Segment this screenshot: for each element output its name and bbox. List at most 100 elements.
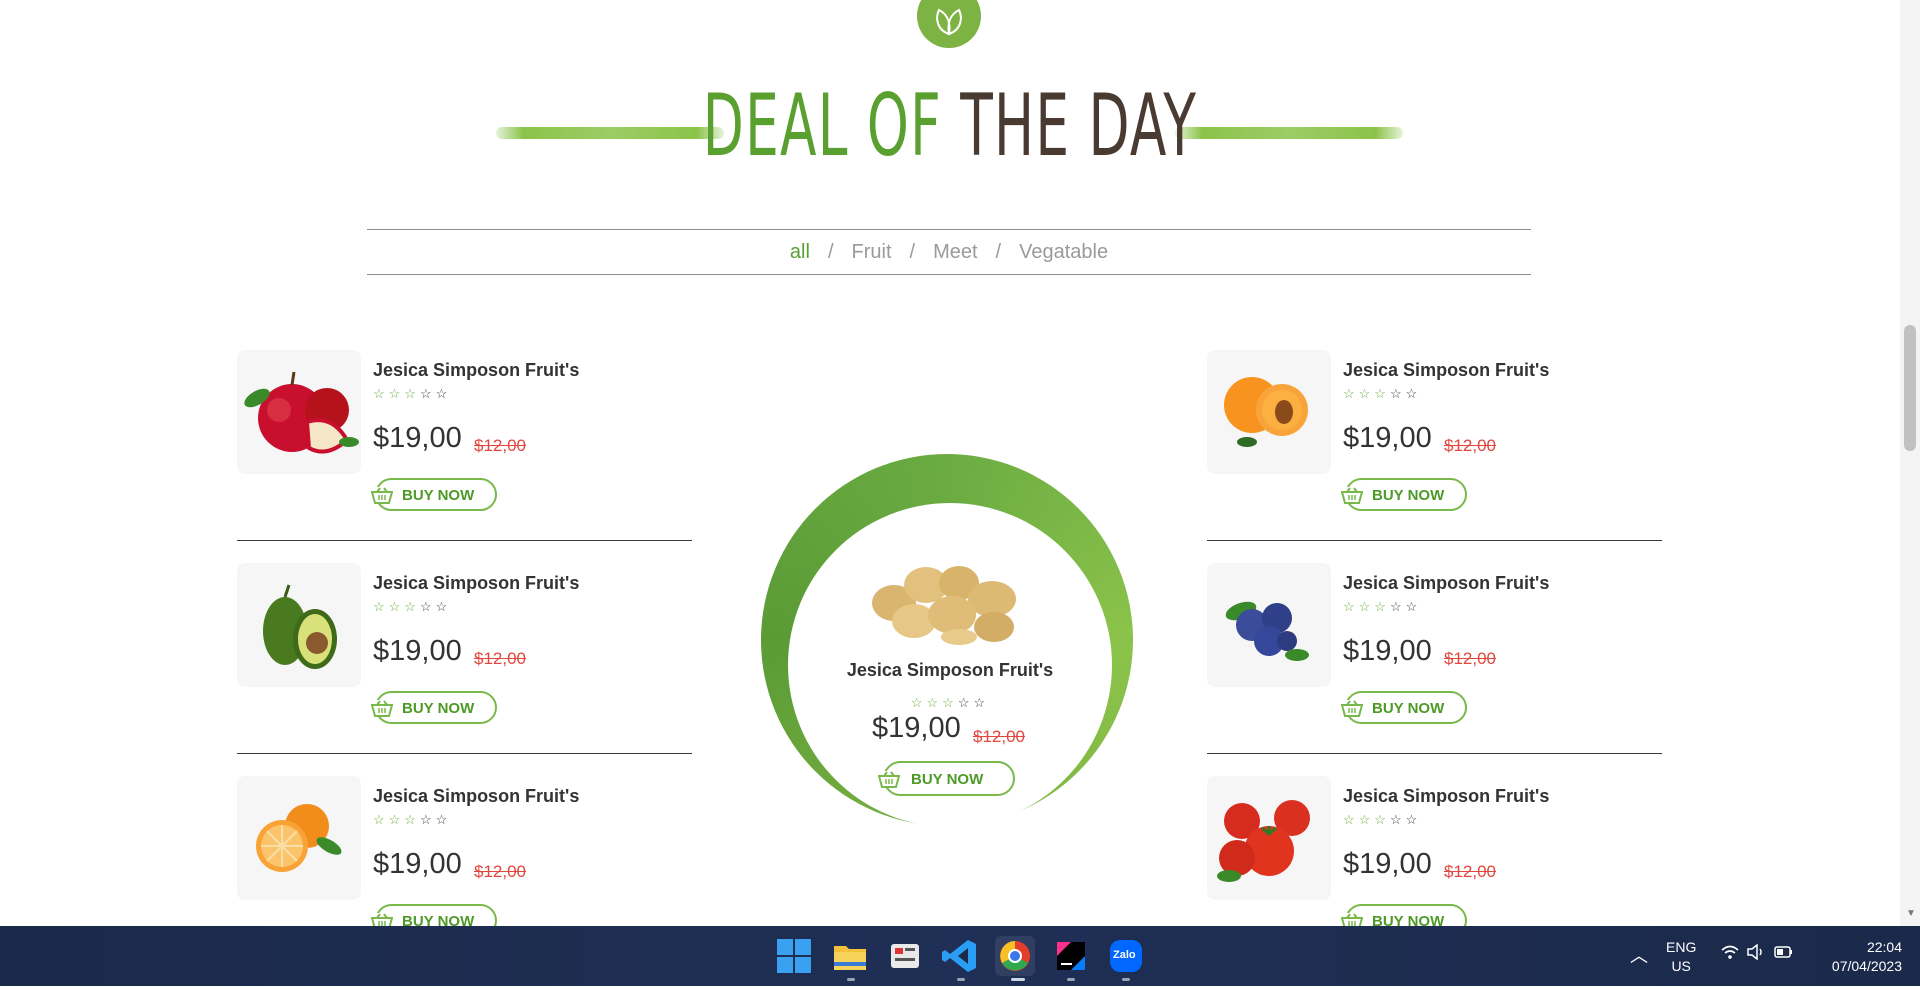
product-card: Jesica Simposon Fruit's ☆☆☆☆☆ $19,00 $12… — [1207, 350, 1662, 563]
product-price: $19,00 — [1343, 848, 1432, 880]
product-price: $19,00 — [1343, 635, 1432, 667]
running-indicator — [1067, 978, 1075, 981]
buy-now-button[interactable]: BUY NOW — [370, 478, 497, 511]
product-old-price: $12,00 — [474, 436, 526, 455]
filter-separator: / — [827, 240, 834, 263]
rating-stars: ☆☆☆☆☆ — [373, 812, 452, 827]
product-old-price: $12,00 — [1444, 862, 1496, 881]
snipping-tool-icon[interactable] — [885, 936, 925, 976]
running-indicator — [957, 978, 965, 981]
scrollbar-thumb[interactable] — [1904, 325, 1916, 451]
product-name[interactable]: Jesica Simposon Fruit's — [1343, 360, 1549, 381]
product-name[interactable]: Jesica Simposon Fruit's — [373, 360, 579, 381]
product-image-orange[interactable] — [237, 776, 361, 900]
product-image-apricot[interactable] — [1207, 350, 1331, 474]
product-card: Jesica Simposon Fruit's ☆☆☆☆☆ $19,00 $12… — [1207, 563, 1662, 776]
filter-separator: / — [995, 240, 1002, 263]
rating-stars: ☆☆☆☆☆ — [1343, 599, 1422, 614]
product-old-price: $12,00 — [1444, 436, 1496, 455]
rating-stars: ☆☆☆☆☆ — [373, 386, 452, 401]
rating-stars: ☆☆☆☆☆ — [1343, 386, 1422, 401]
featured-buy-now-button[interactable]: BUY NOW — [877, 761, 1015, 796]
vscode-icon[interactable] — [940, 936, 980, 976]
zalo-icon[interactable]: Zalo — [1106, 936, 1146, 976]
product-old-price: $12,00 — [474, 649, 526, 668]
divider — [1207, 753, 1662, 754]
blueberry-icon — [1225, 601, 1309, 661]
buy-now-label: BUY NOW — [402, 700, 475, 717]
featured-product-name[interactable]: Jesica Simposon Fruit's — [780, 660, 1120, 681]
filter-meet[interactable]: Meet — [933, 241, 977, 264]
featured-old-price: $12,00 — [973, 727, 1025, 746]
wifi-icon[interactable] — [1720, 944, 1740, 963]
divider — [237, 540, 692, 541]
rating-stars: ☆☆☆☆☆ — [1343, 812, 1422, 827]
product-price: $19,00 — [373, 422, 462, 454]
clock-time: 22:04 — [1866, 939, 1902, 955]
section-leaf-logo — [917, 0, 981, 48]
section-heading: DEAL OF THE DAY — [0, 78, 1900, 174]
apricot-icon — [1224, 377, 1308, 447]
product-name[interactable]: Jesica Simposon Fruit's — [373, 573, 579, 594]
buy-now-label: BUY NOW — [402, 487, 475, 504]
battery-icon[interactable] — [1772, 944, 1794, 963]
featured-price: $19,00 — [872, 712, 961, 744]
orange-icon — [256, 804, 342, 872]
basket-icon — [370, 700, 394, 717]
product-image-tomato[interactable] — [1207, 776, 1331, 900]
windows-taskbar: Zalo ︿ ENG US 22:04 07/04/2023 — [0, 926, 1920, 986]
basket-icon — [370, 487, 394, 504]
file-explorer-icon[interactable] — [830, 936, 870, 976]
scroll-down-arrow-icon[interactable]: ▼ — [1906, 908, 1916, 919]
buy-now-button[interactable]: BUY NOW — [1340, 478, 1467, 511]
product-price: $19,00 — [373, 848, 462, 880]
product-price: $19,00 — [1343, 422, 1432, 454]
title-part-2: THE DAY — [960, 76, 1198, 176]
filter-separator: / — [909, 240, 916, 263]
featured-rating-stars: ☆☆☆☆☆ — [910, 695, 990, 710]
product-old-price: $12,00 — [474, 862, 526, 881]
language-code: ENG — [1666, 939, 1697, 955]
product-image-blueberry[interactable] — [1207, 563, 1331, 687]
potato-icon — [872, 566, 1016, 645]
leaf-icon — [936, 8, 962, 36]
chevron-up-icon[interactable]: ︿ — [1630, 942, 1648, 968]
page-scrollbar[interactable]: ▼ — [1900, 0, 1920, 926]
product-name[interactable]: Jesica Simposon Fruit's — [1343, 786, 1549, 807]
product-name[interactable]: Jesica Simposon Fruit's — [373, 786, 579, 807]
buy-now-button[interactable]: BUY NOW — [370, 691, 497, 724]
buy-now-label: BUY NOW — [1372, 487, 1445, 504]
page-title: DEAL OF THE DAY — [361, 78, 1539, 174]
buy-now-button[interactable]: BUY NOW — [1340, 691, 1467, 724]
product-price: $19,00 — [373, 635, 462, 667]
region-code: US — [1671, 958, 1691, 974]
volume-icon[interactable] — [1746, 943, 1766, 963]
basket-icon — [877, 771, 901, 788]
filter-vegatable[interactable]: Vegatable — [1019, 241, 1108, 264]
windows-start-icon[interactable] — [774, 936, 814, 976]
divider — [1207, 540, 1662, 541]
buy-now-label: BUY NOW — [1372, 700, 1445, 717]
apple-icon — [244, 371, 359, 454]
product-image-avocado[interactable] — [237, 563, 361, 687]
active-indicator — [1011, 978, 1025, 981]
product-old-price: $12,00 — [1444, 649, 1496, 668]
system-clock[interactable]: 22:04 07/04/2023 — [1812, 938, 1902, 976]
running-indicator — [1122, 978, 1130, 981]
featured-product-image[interactable] — [864, 555, 1034, 650]
title-part-1: DEAL OF — [702, 76, 942, 176]
tomato-icon — [1217, 800, 1310, 882]
running-indicator — [847, 978, 855, 981]
filter-fruit[interactable]: Fruit — [852, 241, 892, 264]
product-image-apple[interactable] — [237, 350, 361, 474]
avocado-icon — [263, 584, 337, 669]
basket-icon — [1340, 487, 1364, 504]
basket-icon — [1340, 700, 1364, 717]
filter-all[interactable]: all — [790, 241, 810, 264]
chrome-icon[interactable] — [995, 936, 1035, 976]
buy-now-label: BUY NOW — [911, 771, 984, 788]
clock-date: 07/04/2023 — [1831, 958, 1902, 974]
language-indicator[interactable]: ENG US — [1666, 938, 1696, 976]
product-name[interactable]: Jesica Simposon Fruit's — [1343, 573, 1549, 594]
intellij-icon[interactable] — [1051, 936, 1091, 976]
